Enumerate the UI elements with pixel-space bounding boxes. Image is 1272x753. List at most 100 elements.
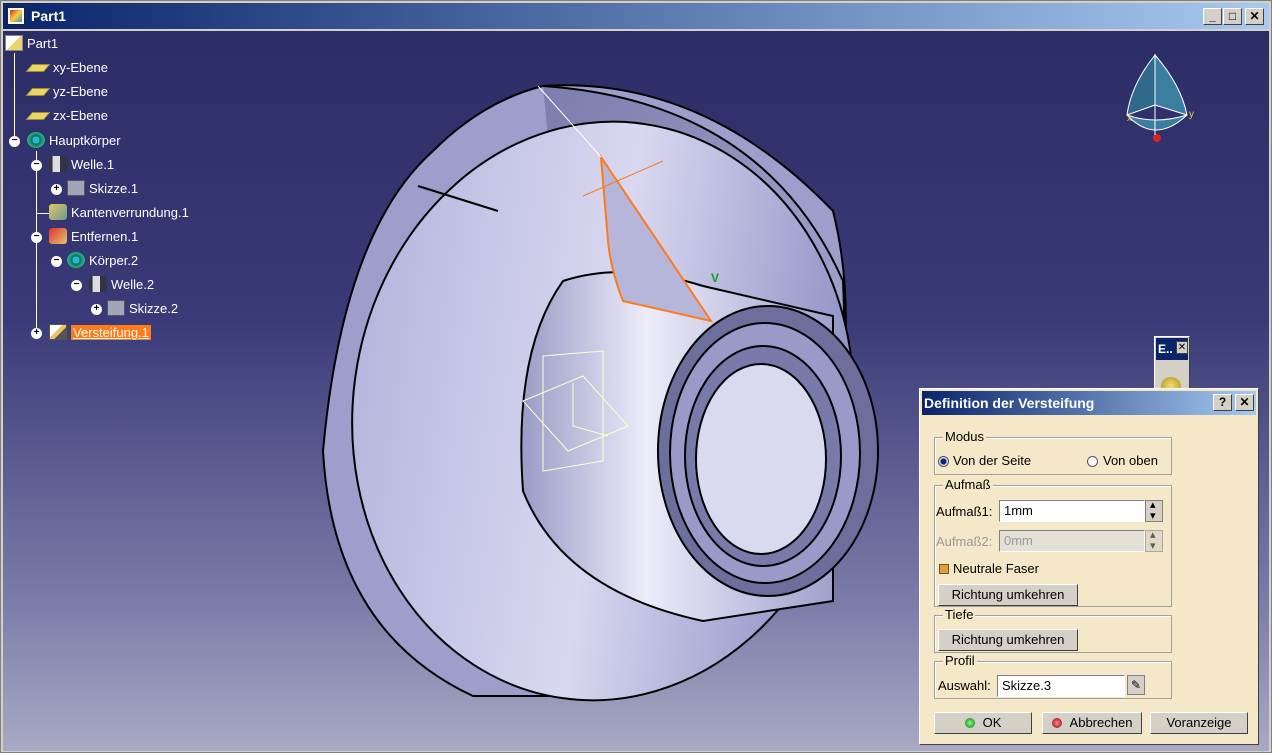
maximize-button[interactable]: □ [1223, 8, 1242, 25]
neutral-fiber-checkbox[interactable] [939, 564, 949, 574]
tree-item-label: Welle.1 [71, 156, 115, 172]
ok-label: OK [982, 715, 1002, 730]
collapse-icon[interactable]: − [31, 232, 42, 243]
window-title: Part1 [31, 8, 67, 24]
floating-toolbar-label: E.. [1158, 342, 1173, 356]
ok-button[interactable]: OK [934, 712, 1032, 734]
specification-tree: Part1 xy-Ebene yz-Ebene zx-Ebene − Haupt… [3, 31, 263, 351]
profile-group: Profil Auswahl: Skizze.3 ✎ [934, 653, 1172, 699]
tree-item-label: Hauptkörper [49, 132, 121, 148]
dialog-title: Definition der Versteifung [924, 395, 1095, 411]
mode-group: Modus Von der Seite Von oben [934, 429, 1172, 475]
tree-item-kantenverrundung[interactable]: Kantenverrundung.1 [49, 204, 189, 220]
edit-sketch-icon[interactable]: ✎ [1127, 675, 1145, 695]
preview-button[interactable]: Voranzeige [1150, 712, 1248, 734]
thickness1-label: Aufmaß1: [936, 504, 993, 519]
compass-icon[interactable] [1121, 45, 1201, 155]
thickness2-label: Aufmaß2: [936, 534, 993, 549]
thickness1-spinner[interactable] [1145, 498, 1163, 522]
depth-group: Tiefe Richtung umkehren [934, 607, 1172, 653]
tree-item-label: Skizze.2 [129, 300, 179, 316]
stiffener-icon [49, 324, 67, 340]
title-bar: Part1 _ □ ✕ [3, 3, 1269, 29]
cancel-button[interactable]: Abbrechen [1042, 712, 1142, 734]
radio-top-label[interactable]: Von oben [1103, 453, 1158, 468]
tree-item-skizze-1[interactable]: Skizze.1 [67, 180, 138, 196]
ok-dot-icon [964, 718, 975, 728]
tree-item-label: Kantenverrundung.1 [71, 204, 189, 220]
tree-item-label: Entfernen.1 [71, 228, 139, 244]
tree-item-label: Skizze.1 [89, 180, 139, 196]
tree-item-welle-2[interactable]: Welle.2 [89, 276, 154, 292]
fillet-icon [49, 204, 67, 220]
tree-item-entfernen[interactable]: Entfernen.1 [49, 228, 138, 244]
collapse-icon[interactable]: − [51, 256, 62, 267]
tree-item-welle-1[interactable]: Welle.1 [49, 156, 114, 172]
profile-legend: Profil [943, 653, 977, 668]
profile-selection-input[interactable]: Skizze.3 [997, 675, 1125, 697]
sketch-v-label: V [711, 271, 720, 285]
radio-side-label[interactable]: Von der Seite [953, 453, 1031, 468]
stiffener-definition-dialog: Definition der Versteifung ? ✕ Modus Von… [919, 388, 1259, 745]
thickness2-spinner[interactable] [1145, 528, 1163, 552]
compass-x-label: x [1127, 113, 1132, 124]
tree-root[interactable]: Part1 [5, 35, 58, 51]
app-icon[interactable] [7, 7, 25, 25]
tree-item-label: Körper.2 [89, 252, 139, 268]
minimize-button[interactable]: _ [1203, 8, 1222, 25]
collapse-icon[interactable]: − [71, 280, 82, 291]
remove-icon [49, 228, 67, 244]
tree-item-yz-plane[interactable]: yz-Ebene [25, 84, 108, 99]
body-gear-icon [27, 132, 45, 148]
tree-item-label: xy-Ebene [53, 60, 108, 75]
tree-item-versteifung[interactable]: Versteifung.1 [49, 324, 151, 340]
profile-label: Auswahl: [938, 678, 991, 693]
thickness-legend: Aufmaß [943, 477, 993, 492]
reverse-thickness-button[interactable]: Richtung umkehren [938, 584, 1078, 606]
thickness1-input[interactable]: 1mm [999, 500, 1145, 522]
depth-legend: Tiefe [943, 607, 976, 622]
expand-icon[interactable]: + [31, 328, 42, 339]
tree-item-zx-plane[interactable]: zx-Ebene [25, 108, 108, 123]
tree-item-skizze-2[interactable]: Skizze.2 [107, 300, 178, 316]
shaft-icon [89, 276, 107, 292]
expand-icon[interactable]: + [91, 304, 102, 315]
collapse-icon[interactable]: − [31, 160, 42, 171]
floating-toolbar[interactable]: E.. ✕ [1154, 336, 1190, 396]
dialog-title-bar: Definition der Versteifung [922, 391, 1256, 415]
cancel-dot-icon [1051, 718, 1062, 728]
radio-top[interactable] [1087, 456, 1098, 467]
plane-icon [25, 87, 51, 96]
main-window: Part1 _ □ ✕ V x y Part1 xy-Ebene yz-Eben… [0, 0, 1272, 753]
thickness2-input[interactable]: 0mm [999, 530, 1145, 552]
tree-line [14, 53, 15, 141]
sketch-icon [107, 300, 125, 316]
radio-side[interactable] [938, 456, 949, 467]
tree-item-koerper-2[interactable]: Körper.2 [67, 252, 138, 268]
tree-item-xy-plane[interactable]: xy-Ebene [25, 60, 108, 75]
tree-item-label: yz-Ebene [53, 84, 108, 99]
collapse-icon[interactable]: − [9, 136, 20, 147]
tree-item-hauptkoerper[interactable]: Hauptkörper [27, 132, 121, 148]
close-button[interactable]: ✕ [1245, 8, 1264, 25]
plane-icon [25, 63, 51, 72]
tree-line [37, 213, 49, 214]
shaft-icon [49, 156, 67, 172]
tree-item-label-selected: Versteifung.1 [71, 324, 151, 340]
help-button[interactable]: ? [1213, 394, 1232, 411]
body-gear-icon [67, 252, 85, 268]
neutral-fiber-label[interactable]: Neutrale Faser [953, 561, 1039, 576]
cancel-label: Abbrechen [1069, 715, 1133, 730]
tree-root-label: Part1 [27, 35, 59, 51]
sketch-icon [67, 180, 85, 196]
expand-icon[interactable]: + [51, 184, 62, 195]
dialog-close-button[interactable]: ✕ [1235, 394, 1254, 411]
part-icon [5, 35, 23, 51]
mode-legend: Modus [943, 429, 987, 444]
reverse-depth-button[interactable]: Richtung umkehren [938, 629, 1078, 651]
tree-item-label: Welle.2 [111, 276, 155, 292]
plane-icon [25, 111, 51, 120]
thickness-group: Aufmaß Aufmaß1: 1mm Aufmaß2: 0mm Neutral… [934, 477, 1172, 607]
floating-toolbar-close-button[interactable]: ✕ [1176, 341, 1188, 354]
compass-y-label: y [1189, 109, 1194, 120]
